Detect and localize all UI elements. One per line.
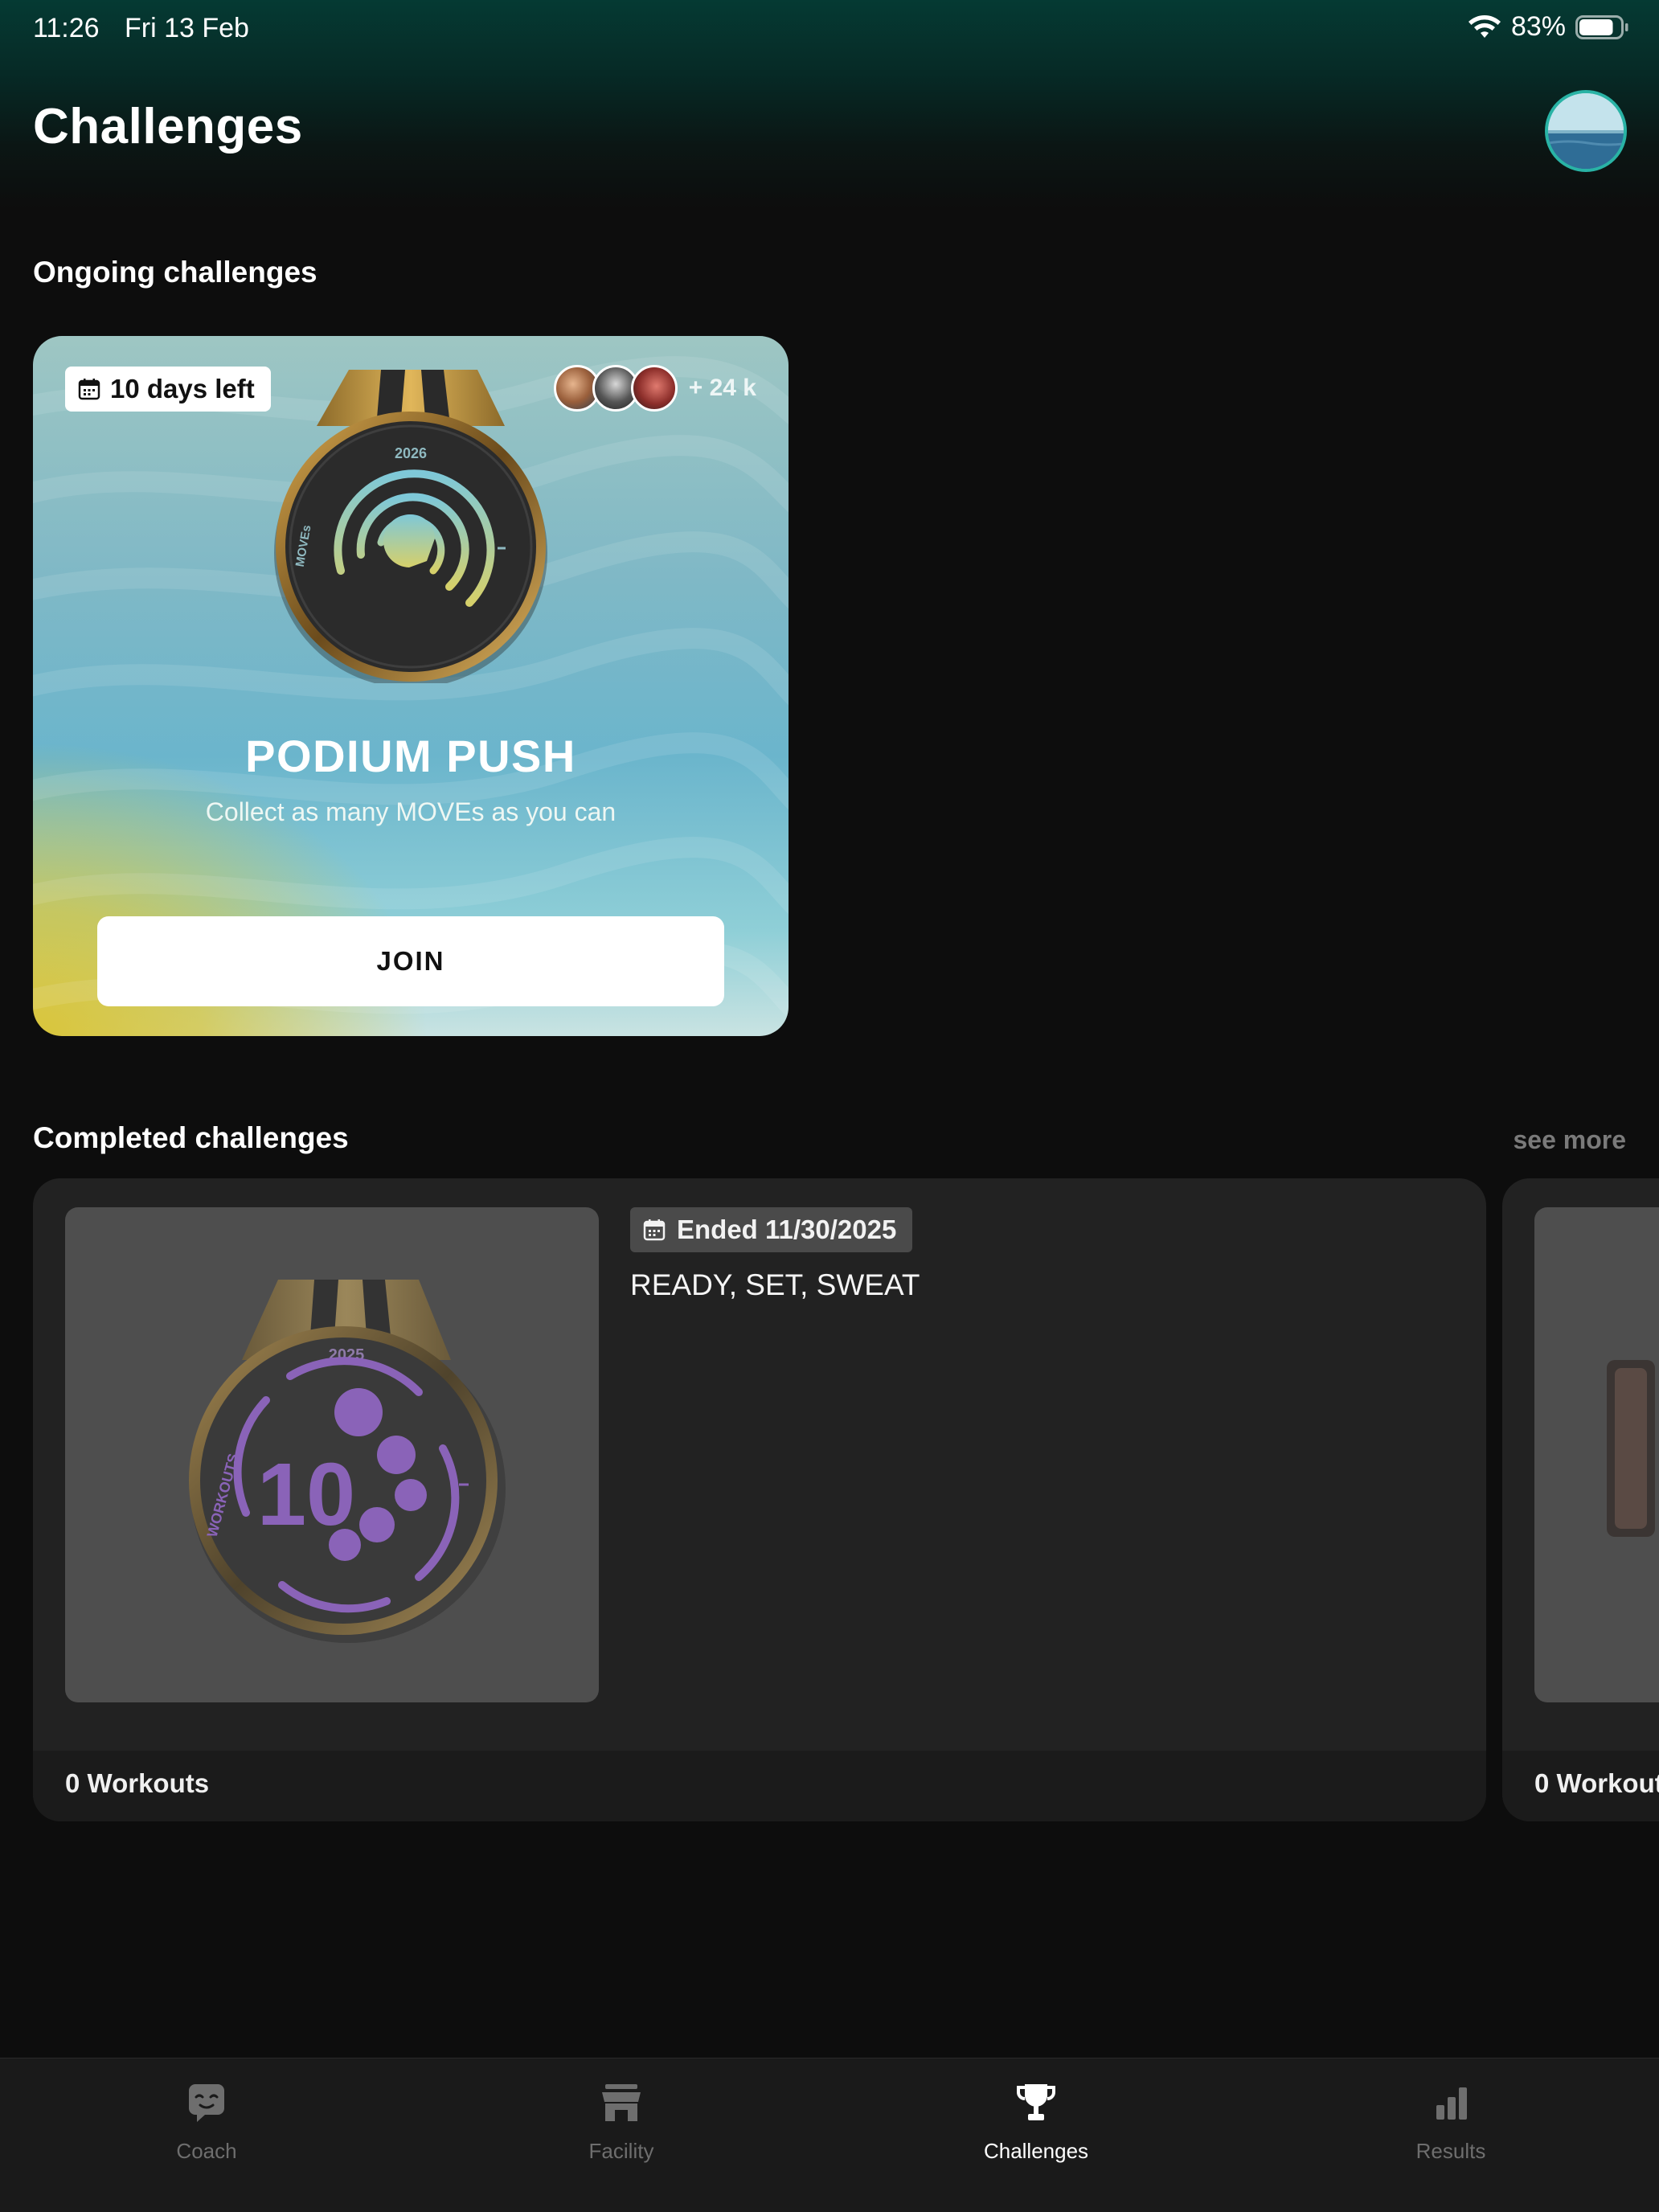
join-button[interactable]: JOIN xyxy=(97,916,724,1006)
page-title: Challenges xyxy=(33,99,303,154)
tab-label: Coach xyxy=(176,2139,237,2163)
tab-challenges[interactable]: Challenges xyxy=(916,2058,1157,2212)
wifi-icon xyxy=(1468,14,1501,38)
status-bar: 11:26 Fri 13 Feb 83% xyxy=(0,0,1659,61)
medal-year: 2026 xyxy=(395,445,427,461)
ready-set-sweat-medal-icon: 2025 WORKOUTS 10 xyxy=(189,1280,506,1643)
medal-number: 10 xyxy=(257,1445,355,1544)
challenge-medal-image xyxy=(1534,1207,1659,1702)
challenge-medal-image: 2025 WORKOUTS 10 xyxy=(65,1207,599,1702)
facility-icon xyxy=(602,2084,641,2121)
battery-icon xyxy=(1575,14,1628,39)
tab-bar: Coach Facility Challenges Results xyxy=(0,2058,1659,2212)
completed-card-footer: 0 Workouts xyxy=(33,1751,1486,1821)
tab-label: Challenges xyxy=(983,2139,1089,2163)
tab-coach[interactable]: Coach xyxy=(86,2058,327,2212)
participant-avatar xyxy=(630,365,678,412)
tab-results[interactable]: Results xyxy=(1330,2058,1571,2212)
completed-card-footer: 0 Workouts xyxy=(1502,1751,1659,1821)
profile-avatar[interactable] xyxy=(1545,90,1627,172)
completed-challenge-card[interactable]: 0 Workouts xyxy=(1502,1178,1659,1821)
ongoing-challenge-card[interactable]: 10 days left + 24 k 2026 MOVEs PODIUM PU… xyxy=(33,336,789,1036)
medal-icon xyxy=(1607,1360,1655,1537)
participants-group[interactable]: + 24 k xyxy=(553,365,756,412)
tab-facility[interactable]: Facility xyxy=(501,2058,742,2212)
trophy-icon xyxy=(1017,2084,1055,2120)
battery-percent: 83% xyxy=(1510,11,1566,42)
calendar-icon xyxy=(78,379,100,400)
days-left-badge: 10 days left xyxy=(65,367,271,412)
ended-date-badge: Ended 11/30/2025 xyxy=(630,1207,913,1252)
bar-chart-icon xyxy=(1436,2087,1467,2120)
completed-challenges-heading: Completed challenges xyxy=(33,1121,349,1154)
days-left-text: 10 days left xyxy=(110,374,255,403)
challenge-title: PODIUM PUSH xyxy=(245,731,576,781)
participants-count: + 24 k xyxy=(688,375,756,401)
status-date: Fri 13 Feb xyxy=(125,13,249,43)
tab-label: Facility xyxy=(588,2139,654,2163)
completed-challenge-card[interactable]: 2025 WORKOUTS 10 Ended 11/30/2025 READY,… xyxy=(33,1178,1486,1821)
status-indicators: 83% xyxy=(1468,11,1628,43)
completed-challenge-title: READY, SET, SWEAT xyxy=(630,1268,920,1301)
status-time: 11:26 xyxy=(33,13,100,43)
podium-push-medal-icon: 2026 MOVEs xyxy=(274,370,547,683)
calendar-icon xyxy=(643,1219,666,1241)
ended-date-text: Ended 11/30/2025 xyxy=(677,1215,897,1244)
ongoing-challenges-heading: Ongoing challenges xyxy=(33,256,317,289)
see-more-link[interactable]: see more xyxy=(1513,1125,1626,1155)
tab-label: Results xyxy=(1415,2139,1486,2163)
challenge-subtitle: Collect as many MOVEs as you can xyxy=(205,797,616,826)
coach-icon xyxy=(189,2084,224,2122)
workouts-count: 0 Workouts xyxy=(65,1768,210,1798)
workouts-count: 0 Workouts xyxy=(1534,1768,1659,1798)
